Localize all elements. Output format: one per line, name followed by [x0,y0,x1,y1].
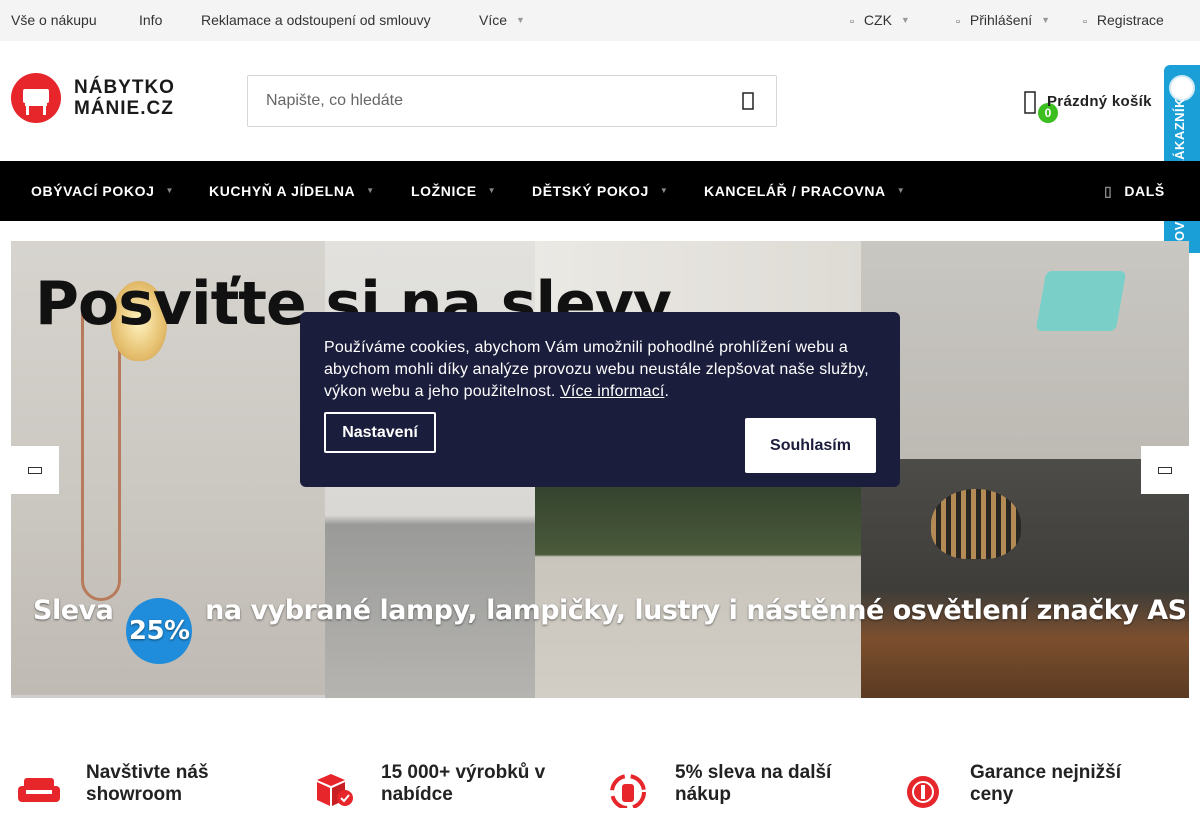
nav-more-label: DALŠ [1124,183,1165,199]
search-box [247,75,777,127]
logo-text-line2: MÁNIE.CZ [74,98,174,119]
nav-item-kuchyn[interactable]: KUCHYŇ A JÍDELNA ▼ [209,183,375,199]
menu-icon: ▯ [1104,183,1113,199]
currency-select[interactable]: ▫ CZK ▼ [850,12,910,28]
benefit-text: Navštivte náš showroom [86,762,209,805]
user-icon: ▫ [956,16,960,28]
chevron-down-icon: ▼ [896,186,906,195]
nav-item-label: LOŽNICE [411,183,477,199]
chair-logo-icon [11,73,61,123]
discount-icon [607,768,651,810]
top-bar: Vše o nákupu Info Reklamace a odstoupení… [0,0,1200,41]
register-icon: ▫ [1083,16,1087,28]
more-menu[interactable]: Více ▼ [479,12,525,28]
chevron-down-icon: ▼ [659,186,669,195]
arrow-right-icon [1158,466,1172,474]
cart-label[interactable]: Prázdný košík [1047,93,1152,110]
logo[interactable]: NÁBYTKO MÁNIE.CZ [11,72,207,124]
nav-item-label: KUCHYŇ A JÍDELNA [209,183,356,199]
login-button[interactable]: ▫ Přihlášení ▼ [956,12,1050,28]
nav-item-loznice[interactable]: LOŽNICE ▼ [411,183,496,199]
link-reklamace[interactable]: Reklamace a odstoupení od smlouvy [201,12,431,28]
nav-item-label: DĚTSKÝ POKOJ [532,183,649,199]
banner-subtitle: Sleva 25% na vybrané lampy, lampičky, lu… [33,595,1189,664]
nav-item-kancelar[interactable]: KANCELÁŘ / PRACOVNA ▼ [704,183,905,199]
cookie-text: Používáme cookies, abychom Vám umožnili … [324,339,869,400]
nav-more[interactable]: ▯ DALŠ [1104,183,1165,200]
currency-label: CZK [863,12,892,28]
sofa-icon [18,768,62,808]
chevron-down-icon: ▼ [487,186,497,195]
register-label: Registrace [1096,12,1164,28]
slider-next-button[interactable] [1141,446,1189,494]
chevron-down-icon: ▼ [165,186,174,195]
benefit-text: 15 000+ výrobků v nabídce [381,762,546,805]
arrow-left-icon [28,466,42,474]
search-icon[interactable] [738,91,758,111]
chevron-down-icon: ▼ [516,15,525,25]
nav-item-detsky-pokoj[interactable]: DĚTSKÝ POKOJ ▼ [532,183,668,199]
currency-icon: ▫ [850,16,854,28]
nav-item-label: KANCELÁŘ / PRACOVNA [704,183,886,199]
boxes-icon [313,768,357,808]
cookie-settings-button[interactable]: Nastavení [324,412,436,453]
more-label: Více [479,12,508,28]
chevron-down-icon: ▼ [366,186,375,195]
logo-text-line1: NÁBYTKO [74,77,175,98]
login-label: Přihlášení [969,12,1033,28]
desk-lamp-image [1035,271,1127,331]
register-button[interactable]: ▫ Registrace [1083,12,1164,28]
cookie-agree-button[interactable]: Souhlasím [745,418,876,473]
discount-badge: 25% [126,598,193,664]
main-nav: OBÝVACÍ POKOJ ▼ KUCHYŇ A JÍDELNA ▼ LOŽNICE… [0,161,1200,221]
nav-item-label: OBÝVACÍ POKOJ [31,183,155,199]
banner-sub-after: na vybrané lampy, lampičky, lustry i nás… [205,595,1189,626]
benefit-text: 5% sleva na další nákup [675,762,832,805]
cookie-consent-dialog: Používáme cookies, abychom Vám umožnili … [300,312,900,487]
link-vse-o-nakupu[interactable]: Vše o nákupu [11,12,97,28]
benefit-text: Garance nejnižší ceny [970,762,1122,805]
chevron-down-icon: ▼ [1041,15,1051,25]
chevron-down-icon: ▼ [900,15,910,25]
link-info[interactable]: Info [139,12,162,28]
verified-badge[interactable]: OVĚŘENO ZÁKAZNÍKY [1164,65,1200,253]
cookie-more-info-link[interactable]: Více informací [560,383,664,400]
search-input[interactable] [248,76,708,126]
banner-image-panel [861,241,1189,459]
banner-sub-before: Sleva [33,595,114,626]
pendant-lamp-image [931,489,1021,559]
price-badge-icon [902,768,946,808]
slider-prev-button[interactable] [11,446,59,494]
nav-item-obyvaci-pokoj[interactable]: OBÝVACÍ POKOJ ▼ [31,183,174,199]
